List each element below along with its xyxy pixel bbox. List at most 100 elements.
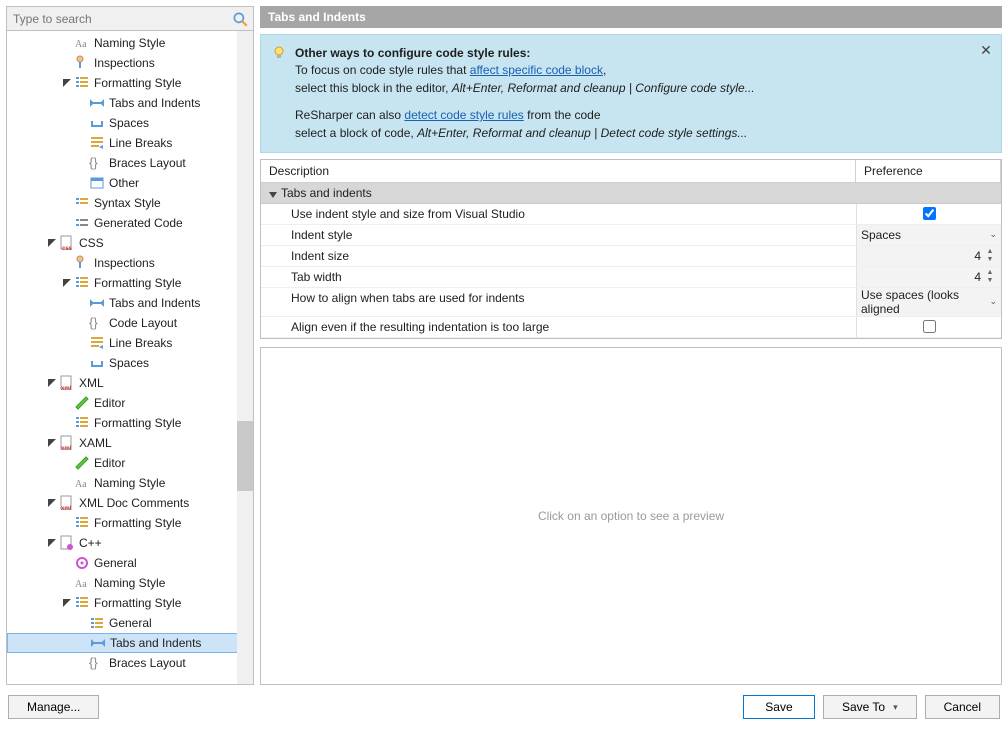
tree-node[interactable]: Line Breaks (7, 333, 253, 353)
chevron-down-icon[interactable] (47, 378, 57, 388)
chevron-down-icon: ⌄ (985, 229, 997, 240)
checkbox[interactable] (923, 207, 936, 220)
option-value[interactable]: 4▲▼ (856, 267, 1001, 287)
tree-node-label: Tabs and Indents (109, 296, 200, 310)
tree-node[interactable]: {}Braces Layout (7, 153, 253, 173)
option-row[interactable]: Align even if the resulting indentation … (261, 317, 1001, 338)
scrollbar-track[interactable] (237, 31, 253, 684)
scrollbar-thumb[interactable] (237, 421, 253, 491)
formatting-icon (74, 595, 90, 611)
chevron-down-icon[interactable] (62, 78, 72, 88)
naming-icon: Aa (74, 35, 90, 51)
tree-node[interactable]: xmlXML (7, 373, 253, 393)
tree-node[interactable]: AaNaming Style (7, 33, 253, 53)
tree-node[interactable]: Spaces (7, 113, 253, 133)
tree-node[interactable]: Tabs and Indents (7, 293, 253, 313)
svg-text:css: css (62, 246, 73, 251)
option-value[interactable]: Spaces⌄ (856, 225, 1001, 245)
option-row[interactable]: Use indent style and size from Visual St… (261, 204, 1001, 225)
spaces-icon (89, 355, 105, 371)
lightbulb-icon (271, 45, 287, 61)
tree-node[interactable]: C++ (7, 533, 253, 553)
chevron-down-icon[interactable] (47, 498, 57, 508)
option-row[interactable]: Indent styleSpaces⌄ (261, 225, 1001, 246)
save-button[interactable]: Save (743, 695, 815, 719)
tree-node[interactable]: Generated Code (7, 213, 253, 233)
expander-placeholder (77, 318, 87, 328)
tree-node[interactable]: Syntax Style (7, 193, 253, 213)
svg-text:xml: xml (61, 386, 72, 391)
tree-node[interactable]: General (7, 553, 253, 573)
cancel-button[interactable]: Cancel (925, 695, 1000, 719)
search-icon[interactable] (231, 10, 249, 28)
save-to-button[interactable]: Save To (823, 695, 917, 719)
tree-node[interactable]: Formatting Style (7, 73, 253, 93)
settings-tree[interactable]: AaNaming StyleInspectionsFormatting Styl… (7, 31, 253, 684)
link-affect-block[interactable]: affect specific code block (470, 63, 603, 77)
chevron-down-icon[interactable] (47, 438, 57, 448)
tree-node-label: Other (109, 176, 139, 190)
chevron-down-icon[interactable] (62, 278, 72, 288)
checkbox[interactable] (923, 320, 936, 333)
tree-node[interactable]: Editor (7, 453, 253, 473)
xml-icon: xml (59, 435, 75, 451)
manage-button[interactable]: Manage... (8, 695, 99, 719)
expander-placeholder (77, 178, 87, 188)
combo[interactable]: Spaces⌄ (861, 228, 997, 242)
spaces-icon (89, 115, 105, 131)
tree-node[interactable]: Formatting Style (7, 273, 253, 293)
tree-node[interactable]: {}Code Layout (7, 313, 253, 333)
tree-node[interactable]: Inspections (7, 253, 253, 273)
option-value[interactable] (856, 204, 1001, 224)
tree-node[interactable]: Inspections (7, 53, 253, 73)
tree-node[interactable]: Editor (7, 393, 253, 413)
tree-node[interactable]: Tabs and Indents (7, 93, 253, 113)
general2-icon (89, 615, 105, 631)
chevron-down-icon[interactable] (62, 598, 72, 608)
options-grid: Description Preference Tabs and indents … (260, 159, 1002, 339)
tree-node[interactable]: AaNaming Style (7, 473, 253, 493)
option-value[interactable]: 4▲▼ (856, 246, 1001, 266)
option-row[interactable]: How to align when tabs are used for inde… (261, 288, 1001, 317)
option-row[interactable]: Indent size4▲▼ (261, 246, 1001, 267)
expander-placeholder (77, 338, 87, 348)
option-desc: How to align when tabs are used for inde… (261, 288, 856, 316)
tree-node[interactable]: Tabs and Indents (7, 633, 253, 653)
tree-node[interactable]: Spaces (7, 353, 253, 373)
svg-text:{}: {} (89, 315, 98, 330)
tree-node[interactable]: AaNaming Style (7, 573, 253, 593)
chevron-down-icon[interactable] (47, 538, 57, 548)
spinner[interactable]: ▲▼ (983, 248, 997, 264)
tree-node-label: Editor (94, 396, 125, 410)
tree-node-label: Spaces (109, 356, 149, 370)
braces-icon: {} (89, 655, 105, 671)
tree-node[interactable]: Formatting Style (7, 413, 253, 433)
group-row[interactable]: Tabs and indents (261, 183, 1001, 204)
tree-node-label: Braces Layout (109, 156, 186, 170)
tree-node-label: Generated Code (94, 216, 183, 230)
chevron-down-icon (269, 189, 277, 197)
tree-node[interactable]: Formatting Style (7, 513, 253, 533)
tree-node-label: Naming Style (94, 476, 165, 490)
col-description[interactable]: Description (261, 160, 856, 182)
option-value[interactable] (856, 317, 1001, 337)
tree-node[interactable]: cssCSS (7, 233, 253, 253)
combo[interactable]: Use spaces (looks aligned⌄ (861, 288, 997, 316)
tree-node[interactable]: xmlXAML (7, 433, 253, 453)
option-value[interactable]: Use spaces (looks aligned⌄ (856, 288, 1001, 316)
tree-node[interactable]: Line Breaks (7, 133, 253, 153)
close-icon[interactable]: ✕ (979, 43, 993, 57)
col-preference[interactable]: Preference (856, 160, 1001, 182)
tree-node-label: Braces Layout (109, 656, 186, 670)
search-input[interactable] (7, 9, 231, 29)
link-detect-rules[interactable]: detect code style rules (404, 108, 523, 122)
tree-node[interactable]: General (7, 613, 253, 633)
chevron-down-icon[interactable] (47, 238, 57, 248)
tree-node[interactable]: xmlXML Doc Comments (7, 493, 253, 513)
spinner[interactable]: ▲▼ (983, 269, 997, 285)
tree-node[interactable]: Formatting Style (7, 593, 253, 613)
expander-placeholder (77, 98, 87, 108)
tree-node[interactable]: Other (7, 173, 253, 193)
option-row[interactable]: Tab width4▲▼ (261, 267, 1001, 288)
tree-node[interactable]: {} Braces Layout (7, 653, 253, 673)
